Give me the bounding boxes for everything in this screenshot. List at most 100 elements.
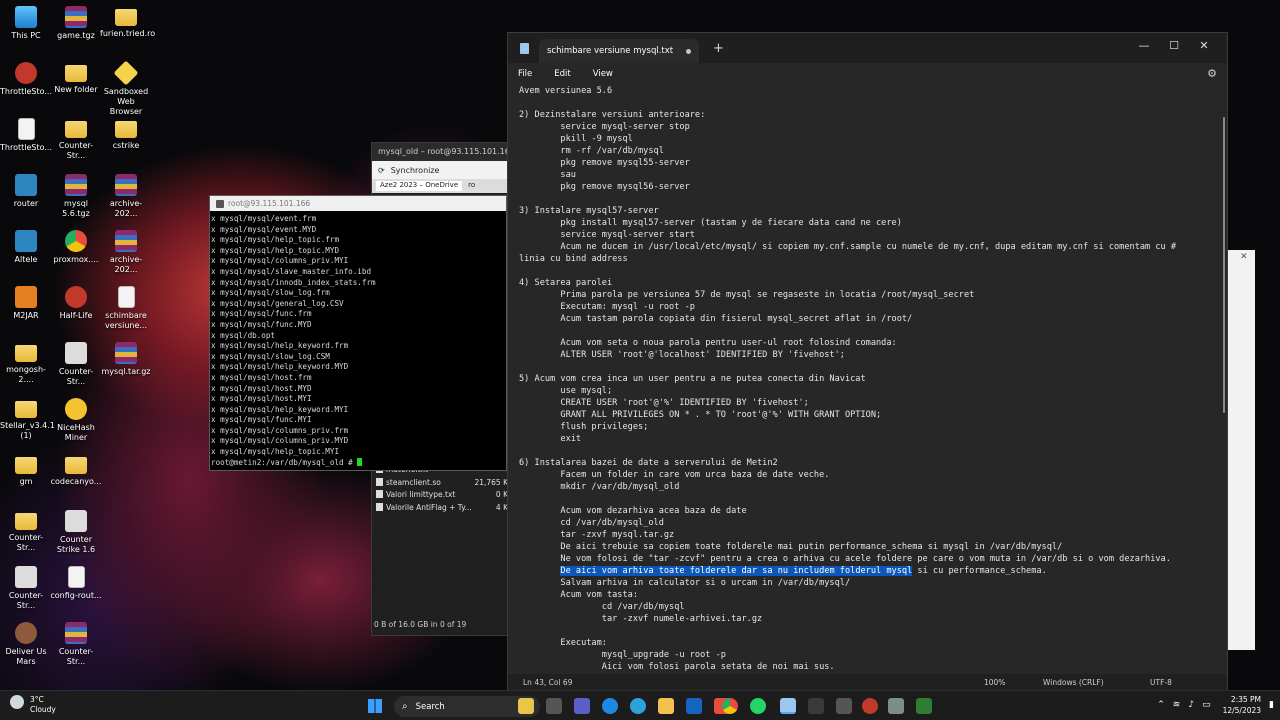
desktop-icon[interactable]: game.tgz [50, 6, 102, 41]
desktop-icon[interactable]: NiceHash Miner [50, 398, 102, 443]
file-row[interactable]: Valorile AntiFlag + Ty... 4 K [374, 502, 510, 516]
widgets-icon[interactable] [518, 698, 534, 714]
desktop-icon[interactable]: Counter-Str... [50, 118, 102, 161]
desktop-icon[interactable]: Counter-Str... [50, 622, 102, 667]
menu-file[interactable]: File [518, 69, 532, 79]
desktop-icon[interactable]: archive-202... [100, 230, 152, 275]
desktop-icon[interactable]: Counter Strike 1.6 [50, 510, 102, 555]
zoom-level[interactable]: 100% [984, 678, 1005, 687]
edge-icon[interactable] [630, 698, 646, 714]
clock[interactable]: 2:35 PM 12/5/2023 [1223, 694, 1261, 716]
weather-widget[interactable]: 3°C Cloudy [10, 695, 56, 715]
desktop-icon[interactable]: Sandboxed Web Browser [100, 60, 152, 117]
line-ending[interactable]: Windows (CRLF) [1043, 678, 1104, 687]
synchronize-button[interactable]: Synchronize [391, 166, 440, 175]
menu-view[interactable]: View [593, 69, 613, 79]
unsaved-dot-icon[interactable] [686, 48, 691, 54]
desktop-icon[interactable]: Deliver Us Mars [0, 622, 52, 667]
desktop-icon[interactable]: ThrottleSto... [0, 62, 52, 97]
desktop-icon[interactable]: furien.tried.ro [100, 6, 155, 39]
background-window[interactable]: ✕ [1227, 250, 1255, 650]
explorer-status: 0 B of 16.0 GB in 0 of 19 [374, 620, 467, 629]
desktop-icon[interactable]: gm [0, 454, 52, 487]
app-icon[interactable] [916, 698, 932, 714]
file-row[interactable]: Valori limittype.txt 0 K [374, 490, 510, 503]
desktop-icon[interactable]: schimbare versiune... [100, 286, 152, 331]
line-text: mkdir /var/db/mysql_old [519, 482, 680, 492]
desktop-icon[interactable]: Stellar_v3.4.1 (1) [0, 398, 55, 441]
settings-gear-icon[interactable]: ⚙ [1207, 67, 1217, 80]
desktop-icon[interactable]: Counter-Str... [0, 566, 52, 611]
close-button[interactable]: ✕ [1189, 35, 1219, 57]
desktop-icon[interactable]: mysql 5.6.tgz [50, 174, 102, 219]
wifi-icon[interactable]: ≋ [1173, 700, 1181, 710]
desktop-icon[interactable]: proxmox.... [50, 230, 102, 265]
desktop-icon[interactable]: config-rout... [50, 566, 102, 601]
teams-icon[interactable] [574, 698, 590, 714]
terminal-line: x mysql/mysql/general_log.CSV [211, 298, 344, 308]
desktop-icon-label: ThrottleSto... [0, 87, 52, 96]
notification-icon[interactable]: ▮ [1269, 700, 1274, 710]
desktop-icon[interactable]: Counter-Str... [0, 510, 52, 553]
text-line [519, 97, 1220, 109]
app-icon[interactable] [862, 698, 878, 714]
file-explorer-icon[interactable] [658, 698, 674, 714]
desktop-icon[interactable]: cstrike [100, 118, 152, 151]
desktop-icon[interactable]: codecanyo... [50, 454, 102, 487]
minimize-button[interactable]: — [1129, 35, 1159, 57]
task-view-icon[interactable] [546, 698, 562, 714]
new-tab-button[interactable]: + [713, 41, 724, 56]
notepad-tab[interactable]: schimbare versiune mysql.txt [539, 39, 699, 63]
explorer-tab-ro[interactable]: ro [468, 181, 475, 191]
terminal-prompt[interactable]: root@metin2:/var/db/mysql_old # [211, 457, 505, 469]
terminal-line: x mysql/mysql/event.frm [211, 214, 317, 223]
maximize-button[interactable]: ☐ [1159, 35, 1189, 57]
notepad-editor[interactable]: Avem versiunea 5.6 2) Dezinstalare versiu… [508, 85, 1220, 675]
desktop-icon[interactable]: This PC [0, 6, 52, 41]
start-button[interactable] [368, 699, 382, 713]
explorer-tab-onedrive[interactable]: Aze2 2023 – OneDrive [376, 181, 463, 191]
putty-taskbar-icon[interactable] [888, 698, 904, 714]
store-icon[interactable] [686, 698, 702, 714]
app-icon[interactable] [836, 698, 852, 714]
desktop-icon[interactable]: Half-Life [50, 286, 102, 321]
desktop-icon[interactable]: router [0, 174, 52, 209]
desktop-icon[interactable]: New folder [50, 62, 102, 95]
terminal-line: x mysql/mysql/func.frm [211, 309, 312, 319]
mars-icon [15, 622, 37, 644]
vertical-scrollbar[interactable] [1223, 117, 1225, 413]
desktop-icon[interactable]: mongosh-2.... [0, 342, 52, 385]
line-text: Acum tastam parola copiata din fisierul … [519, 314, 913, 324]
file-row[interactable]: steamclient.so 21,765 K [374, 477, 510, 491]
router-icon [15, 174, 37, 196]
encoding[interactable]: UTF-8 [1150, 678, 1172, 687]
battery-icon[interactable]: ▭ [1202, 700, 1211, 710]
file-icon [376, 490, 383, 498]
app-icon[interactable] [602, 698, 618, 714]
close-icon[interactable]: ✕ [1240, 252, 1248, 262]
whatsapp-icon[interactable] [750, 698, 766, 714]
chevron-up-icon[interactable]: ⌃ [1157, 700, 1165, 710]
desktop-icon[interactable]: ThrottleSto... [0, 118, 52, 153]
desktop-icon[interactable]: Altele [0, 230, 52, 265]
notepad-taskbar-icon[interactable] [780, 698, 796, 714]
chrome-icon[interactable] [722, 698, 738, 714]
terminal-output[interactable]: x mysql/mysql/event.frm x mysql/mysql/eve… [210, 211, 506, 471]
prompt-text: root@metin2:/var/db/mysql_old # [211, 457, 358, 467]
desktop-icon[interactable]: archive-202... [100, 174, 152, 219]
desktop-icon[interactable]: Counter-Str... [50, 342, 102, 387]
menu-edit[interactable]: Edit [554, 69, 570, 79]
terminal-line: x mysql/mysql/help_topic.MYI [211, 447, 340, 457]
notepad-window[interactable]: schimbare versiune mysql.txt + — ☐ ✕ Fil… [507, 32, 1228, 692]
app-icon[interactable] [808, 698, 824, 714]
sync-icon[interactable]: ⟳ [378, 166, 385, 175]
terminal-window[interactable]: root@93.115.101.166 x mysql/mysql/event.… [209, 195, 507, 471]
folder-icon [115, 121, 137, 138]
desktop-icon[interactable]: M2JAR [0, 286, 52, 321]
text-line: Avem versiunea 5.6 [519, 85, 1220, 97]
volume-icon[interactable]: ♪ [1188, 700, 1194, 710]
desktop-icon[interactable]: mysql.tar.gz [100, 342, 152, 377]
line-text: mysql_upgrade -u root -p [519, 650, 726, 660]
text-line: Acum tastam parola copiata din fisierul … [519, 313, 1220, 325]
selected-text[interactable]: De aici vom arhiva toate folderele dar s… [560, 566, 913, 576]
